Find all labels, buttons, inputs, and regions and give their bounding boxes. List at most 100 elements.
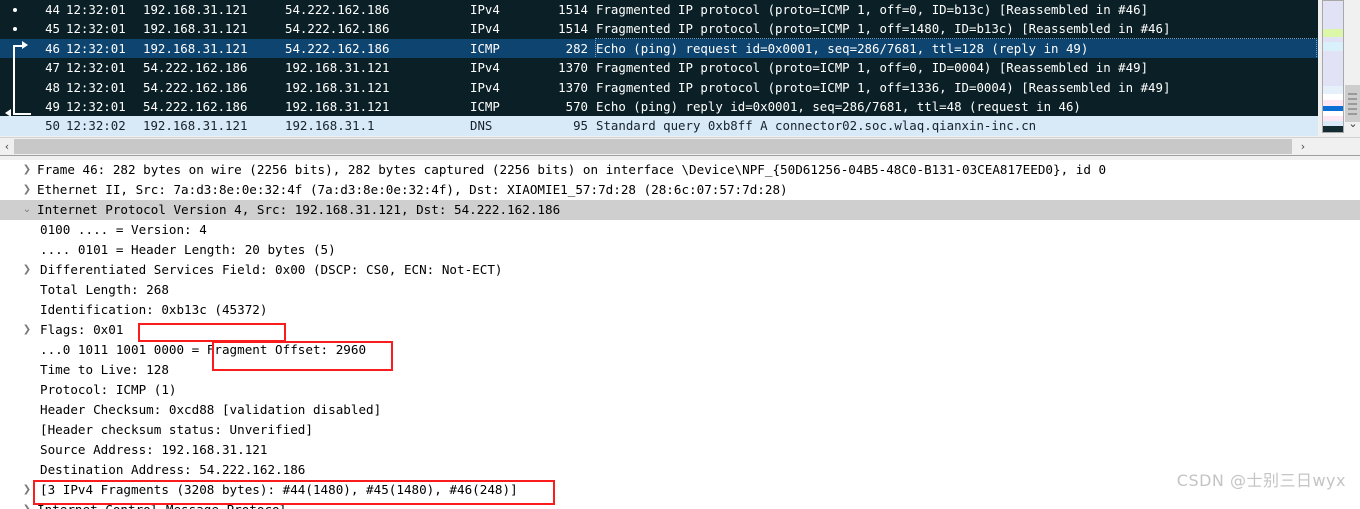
detail-tree-row[interactable]: 0100 .... = Version: 4 [0, 220, 1360, 240]
packet-info: Echo (ping) reply id=0x0001, seq=286/768… [596, 98, 1081, 114]
packet-protocol: IPv4 [470, 21, 500, 37]
pane-splitter[interactable] [0, 155, 1360, 159]
horizontal-scrollbar-thumb[interactable] [14, 139, 1292, 154]
detail-tree-label: ...0 1011 1001 0000 = Fragment Offset: 2… [40, 342, 367, 357]
chevron-right-icon[interactable]: ❯ [20, 480, 34, 500]
detail-tree-row[interactable]: ❯ Frame 46: 282 bytes on wire (2256 bits)… [0, 160, 1360, 180]
detail-tree-label: Ethernet II, Src: 7a:d3:8e:0e:32:4f (7a:… [37, 182, 788, 197]
packet-row[interactable]: 48 12:32:01 54.222.162.186 192.168.31.121 IP… [0, 77, 1318, 97]
packet-protocol: ICMP [470, 98, 500, 114]
detail-tree-row[interactable]: ❯Internet Control Message Protocol [0, 500, 1360, 509]
packet-row[interactable]: 46 12:32:01 192.168.31.121 54.222.162.186 IC… [0, 37, 1318, 60]
detail-tree-label: Time to Live: 128 [40, 362, 169, 377]
packet-row[interactable]: 47 12:32:01 54.222.162.186 192.168.31.121 IP… [0, 58, 1318, 78]
packet-minimap[interactable] [1322, 0, 1344, 133]
minimap-band [1323, 42, 1343, 51]
packet-time: 12:32:01 [66, 79, 126, 95]
packet-row[interactable]: 45 12:32:01 192.168.31.121 54.222.162.186 IP… [0, 19, 1318, 39]
detail-tree-row[interactable]: Protocol: ICMP (1) [0, 380, 1360, 400]
packet-row[interactable]: 49 12:32:01 54.222.162.186 192.168.31.121 IC… [0, 96, 1318, 117]
packet-protocol: IPv4 [470, 60, 500, 76]
packet-destination: 54.222.162.186 [285, 21, 390, 37]
packet-protocol: DNS [470, 118, 493, 134]
detail-tree-row[interactable]: ...0 1011 1001 0000 = Fragment Offset: 2… [0, 340, 1360, 360]
detail-tree-row[interactable]: Destination Address: 54.222.162.186 [0, 460, 1360, 480]
packet-time: 12:32:01 [66, 60, 126, 76]
packet-no: 47 [45, 60, 60, 76]
scroll-left-icon[interactable]: ‹ [0, 139, 14, 154]
packet-info: Fragmented IP protocol (proto=ICMP 1, of… [596, 2, 1149, 17]
detail-tree-label: Internet Control Message Protocol [37, 500, 287, 509]
detail-tree-label: Differentiated Services Field: 0x00 (DSC… [40, 262, 503, 277]
detail-tree-label: Header Checksum: 0xcd88 [validation disa… [40, 402, 382, 417]
chevron-right-icon[interactable]: ❯ [20, 260, 34, 280]
packet-list-pane[interactable]: 44 12:32:01 192.168.31.121 54.222.162.186 IP… [0, 0, 1318, 136]
horizontal-scrollbar[interactable]: ‹ › [0, 137, 1360, 156]
packet-details-tree: ❯ Frame 46: 282 bytes on wire (2256 bits)… [0, 160, 1360, 509]
detail-tree-row[interactable]: Total Length: 268 [0, 280, 1360, 300]
packet-source: 54.222.162.186 [143, 60, 248, 76]
chevron-right-icon[interactable]: ❯ [20, 500, 34, 509]
packet-no: 49 [45, 98, 60, 114]
detail-tree-label: Internet Protocol Version 4, Src: 192.16… [37, 202, 561, 217]
grip-line-icon [1348, 113, 1357, 115]
detail-tree-label: Identification: 0xb13c (45372) [40, 302, 268, 317]
packet-destination: 192.168.31.1 [285, 118, 375, 134]
packet-time: 12:32:01 [66, 21, 126, 37]
grip-line-icon [1348, 108, 1357, 110]
packet-no: 46 [45, 40, 60, 56]
grip-line-icon [1348, 93, 1357, 95]
detail-tree-row[interactable]: ❯ [3 IPv4 Fragments (3208 bytes): #44(148… [0, 480, 1360, 500]
detail-tree-row[interactable]: .... 0101 = Header Length: 20 bytes (5) [0, 240, 1360, 260]
packet-destination: 54.222.162.186 [285, 40, 390, 56]
detail-tree-label: Flags: 0x01 [40, 322, 124, 337]
packet-length: 1370 [558, 79, 588, 95]
packet-no: 45 [45, 21, 60, 37]
detail-tree-label: [3 IPv4 Fragments (3208 bytes): #44(1480… [40, 482, 518, 497]
packet-time: 12:32:01 [66, 98, 126, 114]
packet-destination: 192.168.31.121 [285, 98, 390, 114]
packet-length: 95 [573, 118, 588, 134]
intelligent-scrollbar[interactable]: ⌄ [1318, 0, 1360, 136]
chevron-right-icon[interactable]: ❯ [20, 320, 34, 340]
chevron-down-icon[interactable]: ⌄ [20, 200, 34, 220]
packet-length: 570 [565, 98, 588, 114]
chevron-down-icon[interactable]: ⌄ [1347, 118, 1359, 130]
wireshark-window: 44 12:32:01 192.168.31.121 54.222.162.186 IP… [0, 0, 1360, 509]
minimap-band [1323, 126, 1343, 132]
detail-tree-row[interactable]: ❯ Differentiated Services Field: 0x00 (DS… [0, 260, 1360, 280]
packet-list-rows: 44 12:32:01 192.168.31.121 54.222.162.186 IP… [0, 0, 1318, 136]
packet-time: 12:32:01 [66, 2, 126, 17]
detail-tree-row[interactable]: Header Checksum: 0xcd88 [validation disa… [0, 400, 1360, 420]
minimap-band [1323, 51, 1343, 86]
detail-tree-row[interactable]: [Header checksum status: Unverified] [0, 420, 1360, 440]
packet-row[interactable]: 50 12:32:02 192.168.31.121 192.168.31.1 DNS 9… [0, 116, 1318, 136]
packet-protocol: ICMP [470, 40, 500, 56]
detail-tree-row[interactable]: ❯ Ethernet II, Src: 7a:d3:8e:0e:32:4f (7a… [0, 180, 1360, 200]
scroll-right-icon[interactable]: › [1296, 139, 1310, 154]
chevron-right-icon[interactable]: ❯ [20, 160, 34, 180]
packet-time: 12:32:01 [66, 40, 126, 56]
detail-tree-row[interactable]: Time to Live: 128 [0, 360, 1360, 380]
packet-source: 54.222.162.186 [143, 79, 248, 95]
packet-info: Standard query 0xb8ff A connector02.soc.… [596, 118, 1037, 134]
packet-info: Echo (ping) request id=0x0001, seq=286/7… [595, 37, 1317, 60]
packet-source: 192.168.31.121 [143, 2, 248, 17]
packet-length: 1514 [558, 21, 588, 37]
packet-destination: 192.168.31.121 [285, 60, 390, 76]
detail-tree-label: Destination Address: 54.222.162.186 [40, 462, 306, 477]
detail-tree-label: Frame 46: 282 bytes on wire (2256 bits),… [37, 162, 1107, 177]
detail-tree-row[interactable]: ❯ Flags: 0x01 [0, 320, 1360, 340]
packet-row[interactable]: 44 12:32:01 192.168.31.121 54.222.162.186 IP… [0, 0, 1318, 20]
packet-source: 192.168.31.121 [143, 40, 248, 56]
packet-details-pane[interactable]: ❯ Frame 46: 282 bytes on wire (2256 bits)… [0, 160, 1360, 509]
packet-length: 1370 [558, 60, 588, 76]
detail-tree-row[interactable]: ⌄ Internet Protocol Version 4, Src: 192.1… [0, 200, 1360, 220]
packet-info: Fragmented IP protocol (proto=ICMP 1, of… [596, 60, 1149, 76]
packet-no: 50 [45, 118, 60, 134]
detail-tree-label: Total Length: 268 [40, 282, 169, 297]
chevron-right-icon[interactable]: ❯ [20, 180, 34, 200]
detail-tree-row[interactable]: Identification: 0xb13c (45372) [0, 300, 1360, 320]
detail-tree-row[interactable]: Source Address: 192.168.31.121 [0, 440, 1360, 460]
packet-protocol: IPv4 [470, 2, 500, 17]
